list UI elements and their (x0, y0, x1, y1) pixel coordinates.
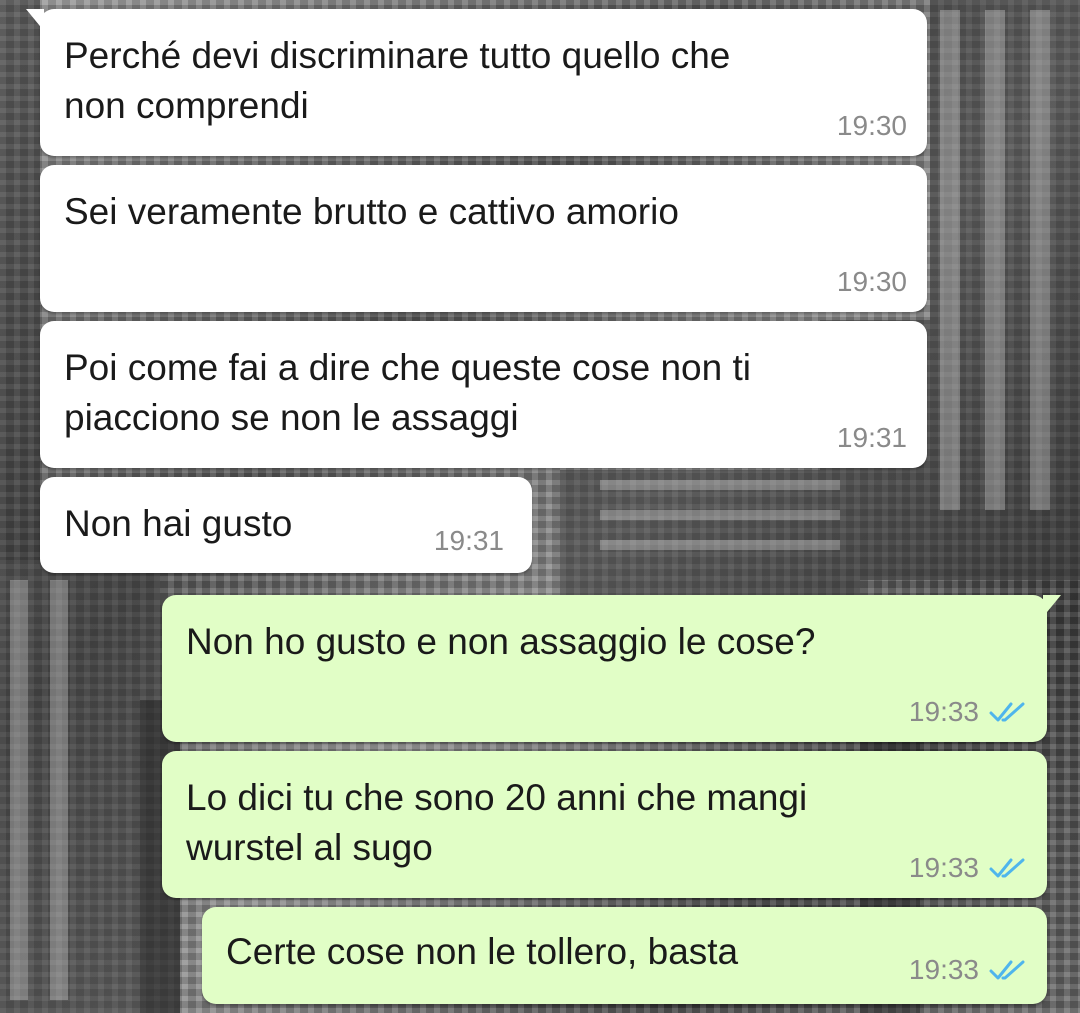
message-bubble-incoming[interactable]: Sei veramente brutto e cattivo amorio 19… (40, 165, 927, 312)
message-time: 19:33 (908, 954, 979, 985)
message-text: Certe cose non le tollero, basta (226, 931, 739, 972)
message-time: 19:30 (836, 266, 907, 297)
message-time: 19:33 (908, 852, 979, 883)
message-text: Poi come fai a dire che queste cose non … (64, 347, 751, 438)
message-meta: 19:33 (909, 852, 1027, 884)
message-text: Lo dici tu che sono 20 anni che mangi wu… (186, 777, 808, 868)
message-bubble-incoming[interactable]: Poi come fai a dire che queste cose non … (40, 321, 927, 468)
message-bubble-outgoing[interactable]: Lo dici tu che sono 20 anni che mangi wu… (162, 751, 1047, 898)
message-text: Non ho gusto e non assaggio le cose? (186, 621, 816, 662)
double-check-read-icon (989, 960, 1025, 980)
message-text: Perché devi discriminare tutto quello ch… (64, 35, 731, 126)
message-time: 19:31 (836, 422, 907, 453)
bubble-tail (26, 9, 44, 31)
message-meta: 19:30 (837, 110, 907, 142)
message-meta: 19:31 (837, 422, 907, 454)
message-bubble-incoming[interactable]: Non hai gusto 19:31 (40, 477, 532, 573)
message-bubble-incoming[interactable]: Perché devi discriminare tutto quello ch… (26, 9, 927, 156)
message-bubble-outgoing[interactable]: Non ho gusto e non assaggio le cose? 19:… (162, 595, 1061, 742)
message-text: Sei veramente brutto e cattivo amorio (64, 191, 679, 232)
double-check-read-icon (989, 858, 1025, 878)
message-text: Non hai gusto (64, 503, 293, 544)
message-meta: 19:31 (434, 525, 504, 557)
message-time: 19:30 (836, 110, 907, 141)
double-check-read-icon (989, 702, 1025, 722)
message-meta: 19:30 (837, 266, 907, 298)
message-meta: 19:33 (909, 696, 1027, 728)
message-bubble-outgoing[interactable]: Certe cose non le tollero, basta 19:33 (202, 907, 1047, 1004)
message-time: 19:33 (908, 696, 979, 727)
message-time: 19:31 (433, 525, 504, 556)
message-meta: 19:33 (909, 954, 1027, 986)
bubble-tail (1043, 595, 1061, 617)
